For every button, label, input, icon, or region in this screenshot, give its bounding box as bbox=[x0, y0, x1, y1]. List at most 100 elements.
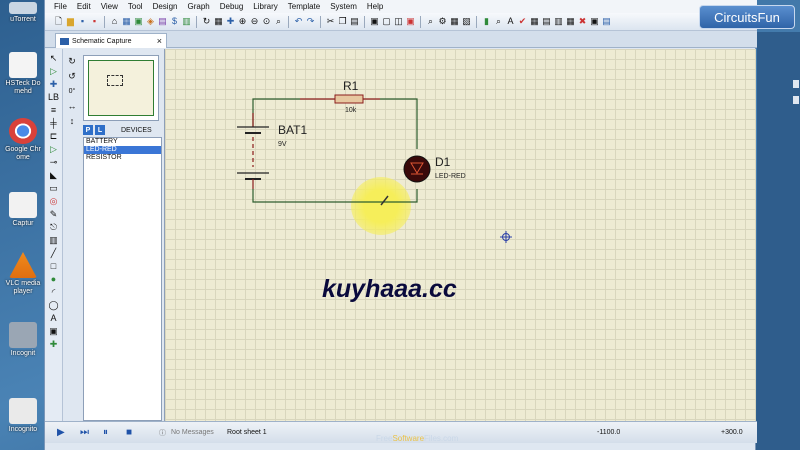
play-icon[interactable]: ▶ bbox=[57, 427, 68, 438]
rotate-clockwise-icon[interactable]: ↻ bbox=[67, 56, 78, 67]
refresh-icon[interactable]: ↻ bbox=[201, 16, 212, 27]
schematic-canvas[interactable]: R1 10k BAT1 9V D1 LED-RED kuyhaaa.cc bbox=[164, 49, 756, 421]
terminals-icon[interactable]: ▷ bbox=[49, 144, 59, 154]
make-device-icon[interactable]: ⚙ bbox=[437, 16, 448, 27]
new-file-icon[interactable]: 🗋 bbox=[53, 16, 64, 27]
virtual-instruments-icon[interactable]: ▥ bbox=[49, 235, 59, 245]
origin-icon[interactable]: ✚ bbox=[225, 16, 236, 27]
bill-of-materials-icon[interactable]: ▤ bbox=[541, 16, 552, 27]
zoom-out-icon[interactable]: ⊖ bbox=[249, 16, 260, 27]
device-item-resistor[interactable]: RESISTOR bbox=[84, 154, 161, 162]
arc-icon[interactable]: ◜ bbox=[49, 287, 59, 297]
device-pins-icon[interactable]: ⊸ bbox=[49, 157, 59, 167]
menu-template[interactable]: Template bbox=[283, 2, 325, 11]
circle-icon[interactable]: ● bbox=[49, 274, 59, 284]
overview-window[interactable] bbox=[83, 55, 159, 121]
menu-file[interactable]: File bbox=[49, 2, 72, 11]
library-manager-button[interactable]: L bbox=[95, 125, 105, 135]
symbol-icon[interactable]: ▣ bbox=[49, 326, 59, 336]
graph-mode-icon[interactable]: ◣ bbox=[49, 170, 59, 180]
property-assign-icon[interactable]: A bbox=[505, 16, 516, 27]
box-icon[interactable]: □ bbox=[49, 261, 59, 271]
decompose-icon[interactable]: ▧ bbox=[461, 16, 472, 27]
desktop-icon-incognito[interactable]: Incognito bbox=[4, 398, 42, 434]
mirror-y-icon[interactable]: ↕ bbox=[67, 116, 78, 127]
device-item-led-red[interactable]: LED-RED bbox=[84, 146, 161, 154]
desktop-icon-incognit[interactable]: Incognit bbox=[4, 322, 42, 358]
text-script-icon[interactable]: ≡ bbox=[49, 105, 59, 115]
electrical-rule-icon[interactable]: ✔ bbox=[517, 16, 528, 27]
marker-icon[interactable]: ✚ bbox=[49, 339, 59, 349]
block-move-icon[interactable]: ▢ bbox=[381, 16, 392, 27]
home-icon[interactable]: ⌂ bbox=[109, 16, 120, 27]
menu-library[interactable]: Library bbox=[248, 2, 282, 11]
schematic-icon[interactable]: ▦ bbox=[121, 16, 132, 27]
close-file-icon[interactable]: ▪ bbox=[89, 16, 100, 27]
menu-tool[interactable]: Tool bbox=[123, 2, 148, 11]
zoom-all-icon[interactable]: ⊙ bbox=[261, 16, 272, 27]
wire-autorouter-icon[interactable]: ▮ bbox=[481, 16, 492, 27]
search-tag-icon[interactable]: ⌕ bbox=[493, 16, 504, 27]
netlist-icon[interactable]: ▦ bbox=[529, 16, 540, 27]
menu-view[interactable]: View bbox=[96, 2, 123, 11]
save-icon[interactable]: ▪ bbox=[77, 16, 88, 27]
open-folder-icon[interactable]: ▆ bbox=[65, 16, 76, 27]
exit-to-parent-icon[interactable]: ▣ bbox=[589, 16, 600, 27]
pick-devices-button[interactable]: P bbox=[83, 125, 93, 135]
close-icon[interactable]: × bbox=[157, 36, 162, 46]
menu-help[interactable]: Help bbox=[362, 2, 388, 11]
code-icon[interactable]: ▥ bbox=[181, 16, 192, 27]
tape-recorder-icon[interactable]: ▭ bbox=[49, 183, 59, 193]
subcircuit-icon[interactable]: ⊏ bbox=[49, 131, 59, 141]
tab-schematic-capture[interactable]: Schematic Capture × bbox=[55, 33, 167, 48]
current-probe-icon[interactable]: ⎋ bbox=[49, 222, 59, 232]
redo-icon[interactable]: ↷ bbox=[305, 16, 316, 27]
selection-mode-icon[interactable]: ↖ bbox=[49, 53, 59, 63]
3d-icon[interactable]: ◈ bbox=[145, 16, 156, 27]
desktop-icon-vlc[interactable]: VLC media player bbox=[4, 252, 42, 296]
mirror-x-icon[interactable]: ↔ bbox=[67, 101, 78, 112]
block-delete-icon[interactable]: ▣ bbox=[405, 16, 416, 27]
device-item-battery[interactable]: BATTERY bbox=[84, 138, 161, 146]
block-rotate-icon[interactable]: ◫ bbox=[393, 16, 404, 27]
desktop-icon-chrome[interactable]: Google Chrome bbox=[4, 118, 42, 162]
voltage-probe-icon[interactable]: ✎ bbox=[49, 209, 59, 219]
stop-icon[interactable]: ■ bbox=[126, 427, 137, 438]
gerber-icon[interactable]: ▤ bbox=[157, 16, 168, 27]
desktop-mini-icon[interactable] bbox=[793, 96, 799, 104]
step-icon[interactable]: ⏭ bbox=[80, 427, 91, 438]
menu-debug[interactable]: Debug bbox=[215, 2, 249, 11]
pause-icon[interactable]: ⏸ bbox=[103, 427, 114, 438]
menu-system[interactable]: System bbox=[325, 2, 362, 11]
desktop-icon-document[interactable]: HSTeck Domehd bbox=[4, 52, 42, 96]
undo-icon[interactable]: ↶ bbox=[293, 16, 304, 27]
rotate-anticlockwise-icon[interactable]: ↺ bbox=[67, 71, 78, 82]
messages-status[interactable]: No Messages bbox=[171, 429, 214, 436]
pcb-icon[interactable]: ▣ bbox=[133, 16, 144, 27]
generator-icon[interactable]: ◎ bbox=[49, 196, 59, 206]
grid-icon[interactable]: ▦ bbox=[213, 16, 224, 27]
desktop-mini-icon[interactable] bbox=[793, 80, 799, 88]
line-icon[interactable]: ╱ bbox=[49, 248, 59, 258]
menu-edit[interactable]: Edit bbox=[72, 2, 96, 11]
zoom-area-icon[interactable]: ⌕ bbox=[273, 16, 284, 27]
pick-device-icon[interactable]: ⌕ bbox=[425, 16, 436, 27]
menu-design[interactable]: Design bbox=[148, 2, 183, 11]
zoom-in-icon[interactable]: ⊕ bbox=[237, 16, 248, 27]
path-icon[interactable]: ◯ bbox=[48, 300, 58, 310]
block-copy-icon[interactable]: ▣ bbox=[369, 16, 380, 27]
netlist-to-ares-icon[interactable]: ▤ bbox=[601, 16, 612, 27]
package-tool-icon[interactable]: ▦ bbox=[449, 16, 460, 27]
desktop-icon-capture[interactable]: Captur bbox=[4, 192, 42, 228]
paste-icon[interactable]: ▤ bbox=[349, 16, 360, 27]
remove-sheet-icon[interactable]: ✖ bbox=[577, 16, 588, 27]
copy-icon[interactable]: ❐ bbox=[337, 16, 348, 27]
component-mode-icon[interactable]: ▷ bbox=[49, 66, 59, 76]
buses-icon[interactable]: ╪ bbox=[49, 118, 59, 128]
text-icon[interactable]: A bbox=[49, 313, 59, 323]
design-explorer-icon[interactable]: ▥ bbox=[553, 16, 564, 27]
new-sheet-icon[interactable]: ▦ bbox=[565, 16, 576, 27]
desktop-icon-utorrent[interactable]: uTorrent bbox=[4, 2, 42, 24]
junction-dot-icon[interactable]: ✚ bbox=[49, 79, 59, 89]
cut-icon[interactable]: ✂ bbox=[325, 16, 336, 27]
